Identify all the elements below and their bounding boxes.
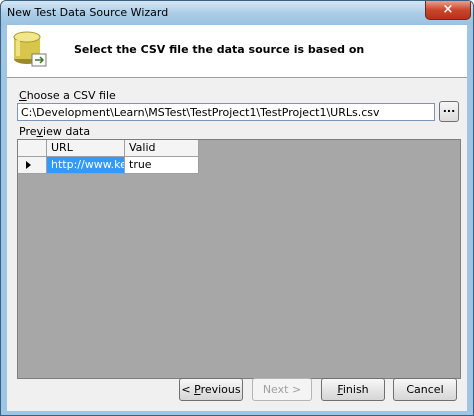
next-button[interactable]: Next > bbox=[252, 378, 312, 401]
column-header-valid[interactable]: Valid bbox=[125, 140, 199, 157]
grid-corner-header[interactable] bbox=[18, 140, 47, 157]
window-title: New Test Data Source Wizard bbox=[7, 6, 169, 19]
preview-data-label: Preview data bbox=[19, 125, 90, 138]
close-icon: × bbox=[442, 2, 454, 17]
finish-button[interactable]: Finish bbox=[321, 378, 385, 401]
cancel-label: Cancel bbox=[406, 383, 444, 396]
finish-rest: inish bbox=[342, 383, 369, 396]
wizard-body: Select the CSV file the data source is b… bbox=[7, 25, 467, 411]
csv-path-input[interactable] bbox=[17, 103, 435, 121]
preview-label-rest: iew data bbox=[43, 125, 91, 138]
previous-prefix: < bbox=[181, 383, 195, 396]
csv-file-label: Choose a CSV file bbox=[19, 89, 116, 102]
valid-cell[interactable]: true bbox=[125, 157, 199, 174]
database-icon bbox=[13, 31, 47, 67]
next-label: Next > bbox=[262, 383, 302, 396]
wizard-header: Select the CSV file the data source is b… bbox=[7, 25, 467, 78]
cancel-button[interactable]: Cancel bbox=[393, 378, 457, 401]
row-header[interactable] bbox=[18, 157, 47, 174]
column-header-url[interactable]: URL bbox=[47, 140, 125, 157]
browse-button-label: ... bbox=[442, 102, 456, 115]
csv-label-rest: hoose a CSV file bbox=[26, 89, 116, 102]
url-cell[interactable]: http://www.kei... bbox=[47, 157, 125, 174]
close-button[interactable]: × bbox=[425, 1, 471, 20]
wizard-window: New Test Data Source Wizard × Select the… bbox=[0, 0, 474, 416]
previous-button[interactable]: < Previous bbox=[179, 378, 243, 401]
preview-label-prefix: Pre bbox=[19, 125, 37, 138]
current-row-arrow-icon bbox=[26, 161, 31, 169]
browse-button[interactable]: ... bbox=[439, 101, 459, 122]
title-bar[interactable]: New Test Data Source Wizard × bbox=[1, 1, 473, 25]
previous-rest: revious bbox=[200, 383, 241, 396]
preview-data-grid[interactable]: URL Valid http://www.kei... true bbox=[17, 139, 461, 379]
csv-label-accelerator: C bbox=[19, 89, 27, 102]
wizard-instruction: Select the CSV file the data source is b… bbox=[74, 43, 365, 56]
